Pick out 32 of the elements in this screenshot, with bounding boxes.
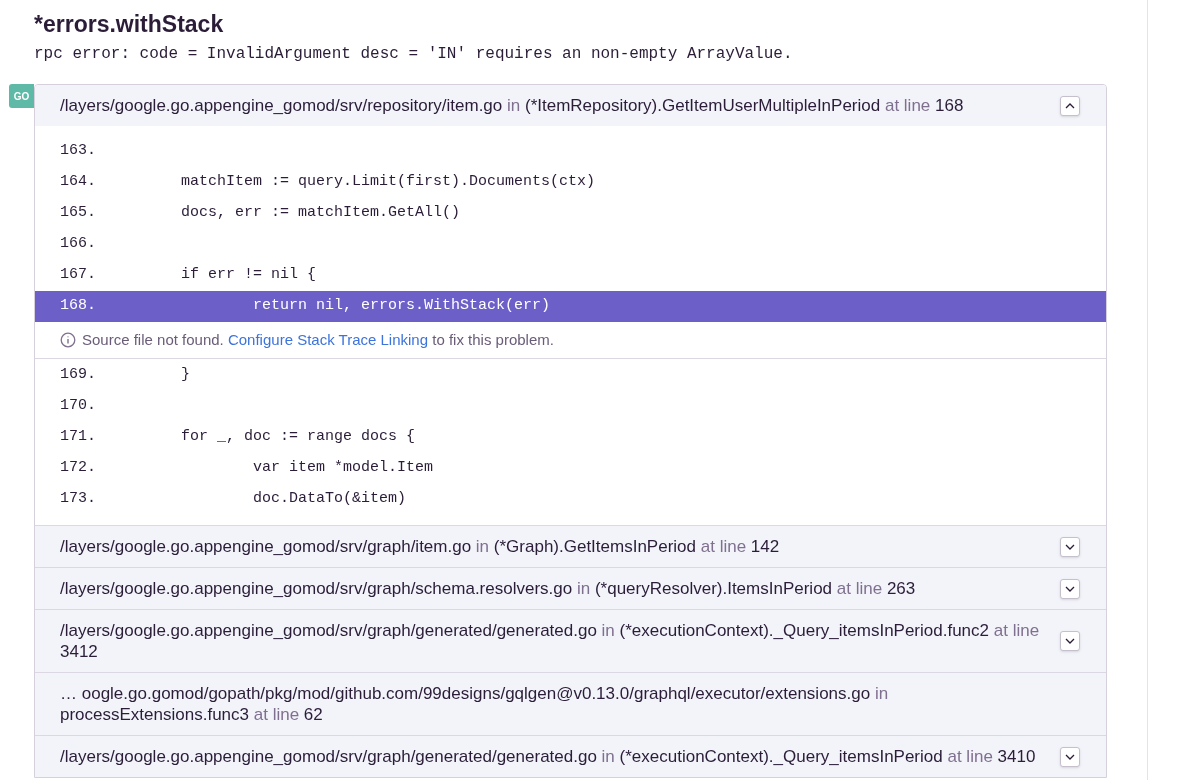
expand-button[interactable] bbox=[1060, 536, 1080, 557]
code-line: 167. if err != nil { bbox=[59, 265, 318, 286]
code-line: 170. bbox=[59, 396, 97, 417]
exception-message: rpc error: code = InvalidArgument desc = 'IN' requires an non-empty ArrayValue. bbox=[34, 44, 794, 65]
code-line: 166. bbox=[59, 234, 97, 255]
frame-title: /layers/google.go.appengine_gomod/srv/graph/generated/generated.go in (*executionContext)._Query_itemsInPeriod at line 3410 bbox=[60, 746, 1037, 767]
frame-title: /layers/google.go.appengine_gomod/srv/graph/schema.resolvers.go in (*queryResolver).ItemsInPeriod at line 263 bbox=[60, 578, 917, 599]
source-notice: Source file not found. Configure Stack Trace Linking to fix this problem. bbox=[82, 329, 554, 350]
code-line: 163. bbox=[59, 141, 97, 162]
code-line: 173. doc.DataTo(&item) bbox=[59, 489, 408, 510]
expand-button[interactable] bbox=[1060, 578, 1080, 599]
frame-title: /layers/google.go.appengine_gomod/srv/graph/generated/generated.go in (*executionContext)._Query_itemsInPeriod.func2 at line 3412 bbox=[60, 620, 1041, 662]
platform-badge: GO bbox=[9, 84, 34, 108]
collapse-button[interactable] bbox=[1060, 95, 1080, 116]
chevron-down-icon bbox=[1065, 753, 1075, 760]
code-line: 169. } bbox=[59, 365, 192, 386]
chevron-down-icon bbox=[1065, 543, 1075, 550]
code-line: 165. docs, err := matchItem.GetAll() bbox=[59, 203, 462, 224]
chevron-down-icon bbox=[1065, 585, 1075, 592]
code-line: 171. for _, doc := range docs { bbox=[59, 427, 417, 448]
chevron-down-icon bbox=[1065, 638, 1075, 644]
exception-type: *errors.withStack bbox=[34, 10, 225, 38]
configure-link[interactable]: Configure Stack Trace Linking bbox=[227, 330, 429, 348]
frame-title: … oogle.go.gomod/gopath/pkg/mod/github.com/99designs/gqlgen@v0.13.0/graphql/executor/extensions.go in processExtensions.func3 at line 62 bbox=[60, 683, 890, 725]
expand-button[interactable] bbox=[1060, 631, 1080, 651]
expand-button[interactable] bbox=[1060, 746, 1080, 767]
code-line: 164. matchItem := query.Limit(first).Documents(ctx) bbox=[59, 172, 597, 193]
frame-title: /layers/google.go.appengine_gomod/srv/graph/item.go in (*Graph).GetItemsInPeriod at line 142 bbox=[60, 536, 781, 557]
frame-title: /layers/google.go.appengine_gomod/srv/repository/item.go in (*ItemRepository).GetItemUserMultipleInPeriod at line 168 bbox=[60, 95, 965, 116]
chevron-up-icon bbox=[1065, 102, 1075, 109]
code-line: 172. var item *model.Item bbox=[59, 458, 435, 479]
info-icon bbox=[60, 332, 76, 348]
